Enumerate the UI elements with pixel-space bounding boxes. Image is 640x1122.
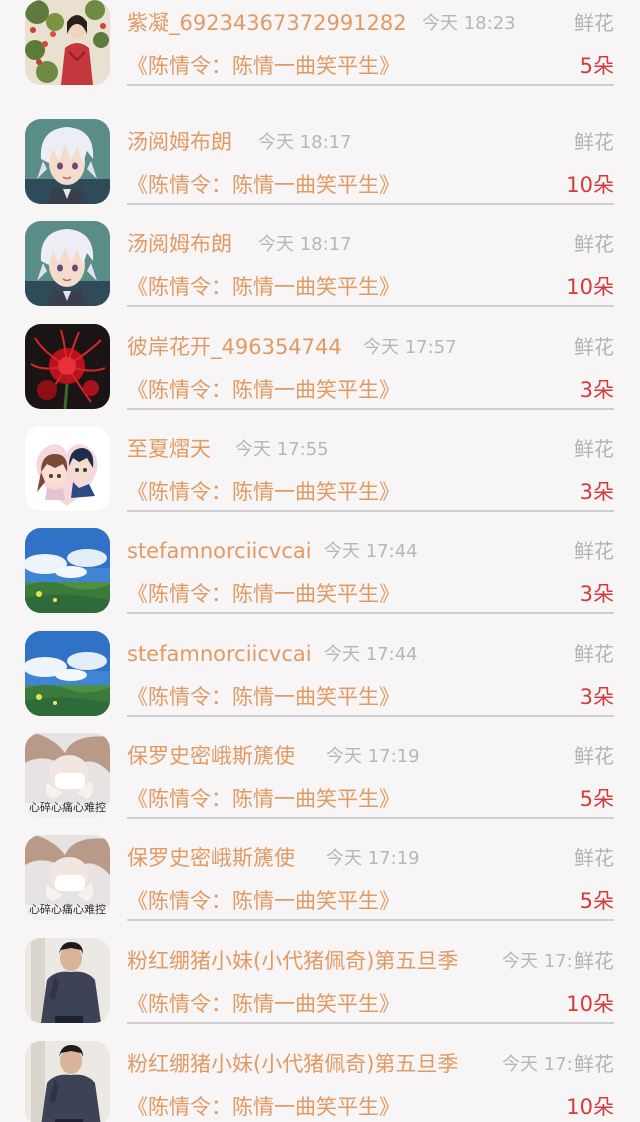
avatar-image — [25, 1041, 110, 1122]
avatar-caption: 心碎心痛心难控 — [29, 903, 106, 916]
list-item[interactable]: 汤阅姆布朗 今天 18:17 鲜花 《陈情令：陈情一曲笑平生》 10朵 — [0, 103, 640, 205]
book-title[interactable]: 《陈情令：陈情一曲笑平生》 — [127, 885, 400, 917]
divider — [127, 1022, 614, 1024]
gift-count: 3朵 — [579, 480, 614, 504]
avatar[interactable] — [25, 938, 110, 1023]
gift-count: 5朵 — [579, 889, 614, 913]
gift-type: 鲜花 — [574, 332, 614, 362]
gift-count: 5朵 — [579, 787, 614, 811]
sender-name[interactable]: 至夏熠天 — [127, 434, 211, 464]
sender-name[interactable]: 汤阅姆布朗 — [127, 127, 232, 157]
send-time: 今天 17:19 — [326, 848, 420, 869]
book-title[interactable]: 《陈情令：陈情一曲笑平生》 — [127, 169, 400, 201]
divider — [127, 84, 614, 86]
sender-name[interactable]: 保罗史密峨斯篪使 — [127, 741, 295, 771]
gift-count: 10朵 — [566, 992, 614, 1016]
send-time: 今天 18:17 — [258, 234, 352, 255]
avatar-image — [25, 938, 110, 1023]
list-item[interactable]: 彼岸花开_496354744 今天 17:57 鲜花 《陈情令：陈情一曲笑平生》… — [0, 308, 640, 410]
list-item[interactable]: 心碎心痛心难控 保罗史密峨斯篪使 今天 17:19 鲜花 《陈情令：陈情一曲笑平… — [0, 819, 640, 921]
send-time: 今天 18:23 — [422, 13, 516, 34]
gift-type: 鲜花 — [574, 229, 614, 259]
book-title[interactable]: 《陈情令：陈情一曲笑平生》 — [127, 374, 400, 406]
gift-type: 鲜花 — [574, 639, 614, 669]
book-title[interactable]: 《陈情令：陈情一曲笑平生》 — [127, 1091, 400, 1122]
avatar[interactable] — [25, 528, 110, 613]
gift-type: 鲜花 — [574, 434, 614, 464]
avatar-image — [25, 426, 110, 511]
gift-type: 鲜花 — [574, 8, 614, 38]
gift-record-list: 紫凝_69234367372991282 今天 18:23 鲜花 《陈情令：陈情… — [0, 0, 640, 1122]
send-time: 今天 17:44 — [324, 541, 418, 562]
book-title[interactable]: 《陈情令：陈情一曲笑平生》 — [127, 988, 400, 1020]
sender-name[interactable]: 保罗史密峨斯篪使 — [127, 843, 295, 873]
list-item[interactable]: 粉红绷猪小妹(小代猪佩奇)第五旦季 今天 17: 鲜花 《陈情令：陈情一曲笑平生… — [0, 1025, 640, 1122]
gift-type: 鲜花 — [574, 741, 614, 771]
avatar-caption: 心碎心痛心难控 — [29, 801, 106, 814]
avatar-image — [25, 0, 110, 85]
send-time: 今天 17:55 — [235, 439, 329, 460]
book-title[interactable]: 《陈情令：陈情一曲笑平生》 — [127, 783, 400, 815]
sender-name[interactable]: 汤阅姆布朗 — [127, 229, 232, 259]
send-time: 今天 17: — [502, 1054, 573, 1075]
avatar-image — [25, 119, 110, 204]
gift-count: 10朵 — [566, 173, 614, 197]
book-title[interactable]: 《陈情令：陈情一曲笑平生》 — [127, 681, 400, 713]
gift-count: 10朵 — [566, 1095, 614, 1119]
sender-name[interactable]: 彼岸花开_496354744 — [127, 332, 342, 362]
avatar[interactable] — [25, 1041, 110, 1122]
sender-name[interactable]: 紫凝_69234367372991282 — [127, 8, 407, 38]
avatar[interactable]: 心碎心痛心难控 — [25, 835, 110, 920]
avatar[interactable] — [25, 426, 110, 511]
avatar-image — [25, 528, 110, 613]
divider — [127, 612, 614, 614]
gift-type: 鲜花 — [574, 536, 614, 566]
gift-count: 3朵 — [579, 582, 614, 606]
avatar[interactable] — [25, 324, 110, 409]
avatar-image — [25, 324, 110, 409]
list-item[interactable]: 紫凝_69234367372991282 今天 18:23 鲜花 《陈情令：陈情… — [0, 0, 640, 86]
avatar[interactable] — [25, 631, 110, 716]
send-time: 今天 17:44 — [324, 644, 418, 665]
sender-name[interactable]: 粉红绷猪小妹(小代猪佩奇)第五旦季 — [127, 1049, 458, 1079]
avatar-image — [25, 221, 110, 306]
avatar[interactable] — [25, 119, 110, 204]
book-title[interactable]: 《陈情令：陈情一曲笑平生》 — [127, 476, 400, 508]
send-time: 今天 17:19 — [326, 746, 420, 767]
list-item[interactable]: 心碎心痛心难控 保罗史密峨斯篪使 今天 17:19 鲜花 《陈情令：陈情一曲笑平… — [0, 717, 640, 819]
gift-type: 鲜花 — [574, 946, 614, 976]
list-item[interactable]: 至夏熠天 今天 17:55 鲜花 《陈情令：陈情一曲笑平生》 3朵 — [0, 410, 640, 512]
gift-count: 3朵 — [579, 378, 614, 402]
avatar[interactable] — [25, 0, 110, 85]
book-title[interactable]: 《陈情令：陈情一曲笑平生》 — [127, 578, 400, 610]
sender-name[interactable]: stefamnorciicvcai — [127, 536, 312, 566]
gift-type: 鲜花 — [574, 843, 614, 873]
sender-name[interactable]: stefamnorciicvcai — [127, 639, 312, 669]
sender-name[interactable]: 粉红绷猪小妹(小代猪佩奇)第五旦季 — [127, 946, 458, 976]
avatar[interactable]: 心碎心痛心难控 — [25, 733, 110, 818]
send-time: 今天 17:57 — [363, 337, 457, 358]
gift-type: 鲜花 — [574, 127, 614, 157]
divider — [127, 305, 614, 307]
gift-count: 3朵 — [579, 685, 614, 709]
divider — [127, 919, 614, 921]
send-time: 今天 17: — [502, 951, 573, 972]
gift-count: 10朵 — [566, 275, 614, 299]
list-item[interactable]: stefamnorciicvcai 今天 17:44 鲜花 《陈情令：陈情一曲笑… — [0, 512, 640, 614]
book-title[interactable]: 《陈情令：陈情一曲笑平生》 — [127, 50, 400, 82]
list-item[interactable]: stefamnorciicvcai 今天 17:44 鲜花 《陈情令：陈情一曲笑… — [0, 615, 640, 717]
list-item[interactable]: 粉红绷猪小妹(小代猪佩奇)第五旦季 今天 17: 鲜花 《陈情令：陈情一曲笑平生… — [0, 922, 640, 1024]
list-item[interactable]: 汤阅姆布朗 今天 18:17 鲜花 《陈情令：陈情一曲笑平生》 10朵 — [0, 205, 640, 307]
gift-count: 5朵 — [579, 54, 614, 78]
gift-type: 鲜花 — [574, 1049, 614, 1079]
avatar[interactable] — [25, 221, 110, 306]
book-title[interactable]: 《陈情令：陈情一曲笑平生》 — [127, 271, 400, 303]
avatar-image — [25, 631, 110, 716]
send-time: 今天 18:17 — [258, 132, 352, 153]
